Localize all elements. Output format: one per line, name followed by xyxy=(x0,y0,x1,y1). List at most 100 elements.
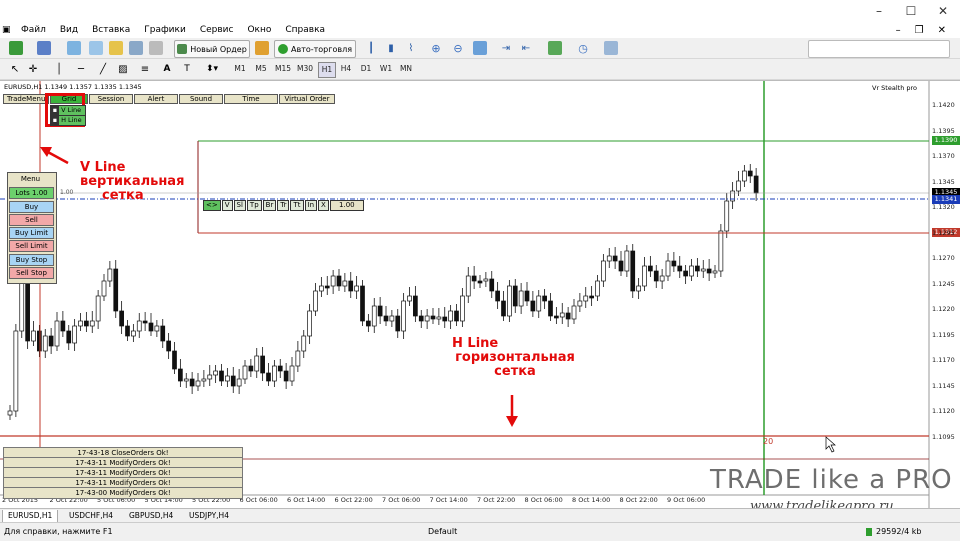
candle-body xyxy=(213,370,218,376)
candle-body xyxy=(383,315,389,322)
tf-d1[interactable]: D1 xyxy=(358,62,374,76)
menu-file[interactable]: Файл xyxy=(14,25,53,35)
vline-checkbox[interactable]: ▪ xyxy=(51,106,59,115)
price-tick: 1.1370 xyxy=(932,152,955,160)
tab-usdjpy-h4[interactable]: USDJPY,H4 xyxy=(184,510,234,522)
menu-tools[interactable]: Сервис xyxy=(193,25,241,35)
candle-body xyxy=(37,330,42,352)
close-button[interactable]: ✕ xyxy=(928,2,958,20)
symbol-info: EURUSD,H1 1.1349 1.1357 1.1335 1.1345 xyxy=(4,83,142,91)
order-sl-button[interactable]: Sl xyxy=(233,200,246,211)
sell-button[interactable]: Sell xyxy=(9,214,54,226)
virtual-order-button[interactable]: Virtual Order xyxy=(279,94,335,104)
arrows-button[interactable]: ⬍▾ xyxy=(202,61,222,77)
data-window-button[interactable] xyxy=(88,40,104,56)
fibonacci-button[interactable]: ≡ xyxy=(138,61,152,77)
label-button[interactable]: T xyxy=(180,61,194,77)
tf-m30[interactable]: M30 xyxy=(296,62,314,76)
time-button[interactable]: Time xyxy=(224,94,278,104)
session-button[interactable]: Session xyxy=(89,94,133,104)
alert-button[interactable]: Alert xyxy=(134,94,178,104)
templates-icon xyxy=(604,41,618,55)
profiles-button[interactable] xyxy=(34,40,54,56)
app-menu-icon[interactable]: ▣ xyxy=(0,25,14,35)
order-close-button[interactable]: X xyxy=(318,200,329,211)
order-tr-button[interactable]: Tr xyxy=(277,200,290,211)
market-watch-button[interactable] xyxy=(66,40,82,56)
order-toggle-button[interactable]: <> xyxy=(203,200,221,211)
autotrading-button[interactable]: Авто-торговля xyxy=(274,40,356,58)
sell-limit-button[interactable]: Sell Limit xyxy=(9,240,54,252)
line-chart-button[interactable]: ⌇ xyxy=(404,40,418,56)
menu-view[interactable]: Вид xyxy=(53,25,85,35)
price-tick: 1.1170 xyxy=(932,356,955,364)
trendline-button[interactable]: ╱ xyxy=(96,61,110,77)
inner-close-button[interactable]: ✕ xyxy=(938,25,946,36)
candle-body xyxy=(460,295,465,322)
order-in-button[interactable]: In xyxy=(304,200,318,211)
candle-body xyxy=(583,295,589,302)
vertical-line-button[interactable]: │ xyxy=(52,61,66,77)
sell-stop-button[interactable]: Sell Stop xyxy=(9,267,54,279)
candle-body xyxy=(330,275,336,287)
price-chart[interactable]: EURUSD,H1 1.1349 1.1357 1.1335 1.1345 Vr… xyxy=(0,80,960,514)
tab-usdchf-h4[interactable]: USDCHF,H4 xyxy=(64,510,118,522)
order-tp-button[interactable]: Tp xyxy=(246,200,262,211)
bar-chart-button[interactable]: ┃ xyxy=(364,40,378,56)
tf-w1[interactable]: W1 xyxy=(378,62,394,76)
autoscroll-button[interactable]: ⇥ xyxy=(498,40,514,56)
buy-limit-button[interactable]: Buy Limit xyxy=(9,227,54,239)
menu-insert[interactable]: Вставка xyxy=(85,25,137,35)
order-v-button[interactable]: V xyxy=(221,200,233,211)
tf-m15[interactable]: M15 xyxy=(274,62,292,76)
tile-windows-button[interactable] xyxy=(472,40,488,56)
lots-field[interactable]: Lots 1.00 xyxy=(9,187,54,199)
metaeditor-button[interactable] xyxy=(254,40,270,56)
navigator-button[interactable] xyxy=(108,40,124,56)
horizontal-line-button[interactable]: ─ xyxy=(74,61,88,77)
maximize-button[interactable]: ☐ xyxy=(896,2,926,20)
templates-button[interactable] xyxy=(600,40,622,56)
candle-body xyxy=(160,325,166,342)
menu-charts[interactable]: Графики xyxy=(137,25,193,35)
buy-button[interactable]: Buy xyxy=(9,201,54,213)
inner-minimize-button[interactable]: – xyxy=(896,25,901,36)
hline-checkbox[interactable]: ▪ xyxy=(51,116,59,125)
order-lots-field[interactable]: 1.00 xyxy=(329,200,364,211)
crosshair-button[interactable]: ✛ xyxy=(26,61,40,77)
time-tick: 6 Oct 06:00 xyxy=(239,496,278,504)
menu-help[interactable]: Справка xyxy=(278,25,332,35)
hline-toggle[interactable]: ▪ H Line xyxy=(50,115,86,126)
tester-button[interactable] xyxy=(148,40,164,56)
chart-shift-button[interactable]: ⇤ xyxy=(518,40,534,56)
new-chart-button[interactable] xyxy=(6,40,26,56)
zoom-in-button[interactable]: ⊕ xyxy=(428,40,444,56)
tf-mn[interactable]: MN xyxy=(398,62,414,76)
tf-m5[interactable]: M5 xyxy=(253,62,269,76)
search-input[interactable] xyxy=(808,40,950,58)
trademenu-button[interactable]: TradeMenu xyxy=(3,94,49,104)
inner-restore-button[interactable]: ❐ xyxy=(915,25,924,36)
minimize-button[interactable]: – xyxy=(864,2,894,20)
candle-body xyxy=(736,180,741,192)
zoom-out-button[interactable]: ⊖ xyxy=(450,40,466,56)
periods-button[interactable]: ◷ xyxy=(572,40,594,56)
new-order-button[interactable]: Новый Ордер xyxy=(174,40,250,58)
channel-button[interactable]: ▨ xyxy=(116,61,130,77)
cursor-button[interactable]: ↖ xyxy=(8,61,22,77)
tab-gbpusd-h4[interactable]: GBPUSD,H4 xyxy=(124,510,178,522)
sound-button[interactable]: Sound xyxy=(179,94,223,104)
candlestick-button[interactable]: ▮ xyxy=(384,40,398,56)
tf-h1[interactable]: H1 xyxy=(318,62,336,78)
order-tt-button[interactable]: Tt xyxy=(290,200,304,211)
menu-window[interactable]: Окно xyxy=(240,25,278,35)
tf-m1[interactable]: M1 xyxy=(232,62,248,76)
indicators-button[interactable] xyxy=(544,40,566,56)
tf-h4[interactable]: H4 xyxy=(338,62,354,76)
terminal-button[interactable] xyxy=(128,40,144,56)
order-br-button[interactable]: Br xyxy=(262,200,277,211)
text-button[interactable]: A xyxy=(160,61,174,77)
candle-body xyxy=(659,275,665,282)
candle-body xyxy=(430,315,436,320)
buy-stop-button[interactable]: Buy Stop xyxy=(9,254,54,266)
